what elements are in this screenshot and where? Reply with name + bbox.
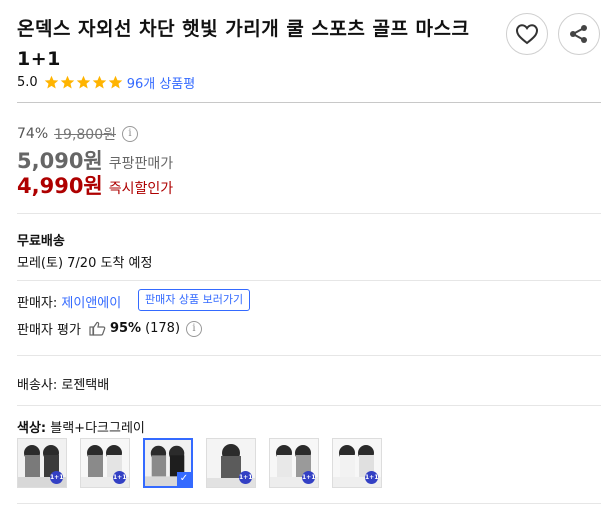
discount-row: 74% 19,800원 i: [17, 124, 138, 144]
delivery-eta: 모레(토) 7/20 도착 예정: [17, 256, 153, 271]
option-thumbnail-selected[interactable]: ✓: [143, 438, 193, 488]
rating-score: 5.0: [17, 74, 38, 90]
seller-rating-count: (178): [145, 321, 181, 336]
divider: [17, 213, 601, 214]
option-value: 블랙+다크그레이: [50, 421, 145, 436]
review-count-link[interactable]: 96개 상품평: [127, 73, 196, 92]
info-icon[interactable]: i: [122, 126, 138, 142]
star-icon: [44, 75, 58, 88]
check-icon: ✓: [177, 472, 191, 486]
discount-rate: 74%: [17, 126, 49, 142]
share-icon: [570, 25, 587, 43]
heart-icon: [515, 24, 539, 45]
instant-price-row: 4,990원 즉시할인가: [17, 170, 173, 200]
seller-rating-label: 판매자 평가: [17, 323, 81, 338]
option-thumbnail[interactable]: 1+1: [332, 438, 382, 488]
thumbs-up-icon: [89, 321, 106, 336]
option-thumbnail[interactable]: 1+1: [17, 438, 67, 488]
free-shipping-label: 무료배송: [17, 234, 65, 249]
divider: [17, 280, 601, 281]
divider: [17, 405, 601, 406]
option-thumbnail[interactable]: 1+1: [80, 438, 130, 488]
star-icon: [108, 75, 122, 88]
share-button[interactable]: [558, 13, 600, 55]
option-thumbnails: 1+1 1+1 ✓ 1+1 1+1 1+1: [17, 438, 382, 488]
seller-products-button[interactable]: 판매자 상품 보러가기: [138, 289, 251, 311]
divider: [17, 503, 601, 504]
option-label: 색상:: [17, 421, 47, 436]
divider: [17, 355, 601, 356]
option-row: 색상: 블랙+다크그레이: [17, 417, 145, 436]
carrier-text: 배송사: 로젠택배: [17, 378, 110, 393]
one-plus-one-badge: 1+1: [239, 471, 252, 484]
like-button[interactable]: [506, 13, 548, 55]
star-icon: [76, 75, 90, 88]
option-thumbnail[interactable]: 1+1: [269, 438, 319, 488]
original-price: 19,800원: [54, 127, 116, 143]
seller-rating-percent: 95%: [109, 321, 142, 336]
seller-name-link[interactable]: 제이앤에이: [61, 296, 121, 311]
info-icon[interactable]: i: [186, 320, 203, 337]
one-plus-one-badge: 1+1: [302, 471, 315, 484]
star-rating: [44, 75, 123, 90]
product-title: 온덱스 자외선 차단 햇빛 가리개 쿨 스포츠 골프 마스크 1+1: [17, 18, 470, 70]
one-plus-one-badge: 1+1: [365, 471, 378, 484]
seller-rating-row: 판매자 평가 95% (178) i: [17, 319, 203, 338]
seller-label: 판매자:: [17, 296, 58, 311]
instant-price-label: 즉시할인가: [108, 181, 174, 197]
rating-row: 5.0 96개 상품평: [17, 72, 195, 92]
star-icon: [92, 75, 106, 88]
option-thumbnail[interactable]: 1+1: [206, 438, 256, 488]
instant-price: 4,990원: [17, 174, 103, 198]
seller-row: 판매자: 제이앤에이: [17, 292, 121, 311]
one-plus-one-badge: 1+1: [50, 471, 63, 484]
star-icon: [60, 75, 74, 88]
one-plus-one-badge: 1+1: [113, 471, 126, 484]
divider: [17, 102, 601, 103]
